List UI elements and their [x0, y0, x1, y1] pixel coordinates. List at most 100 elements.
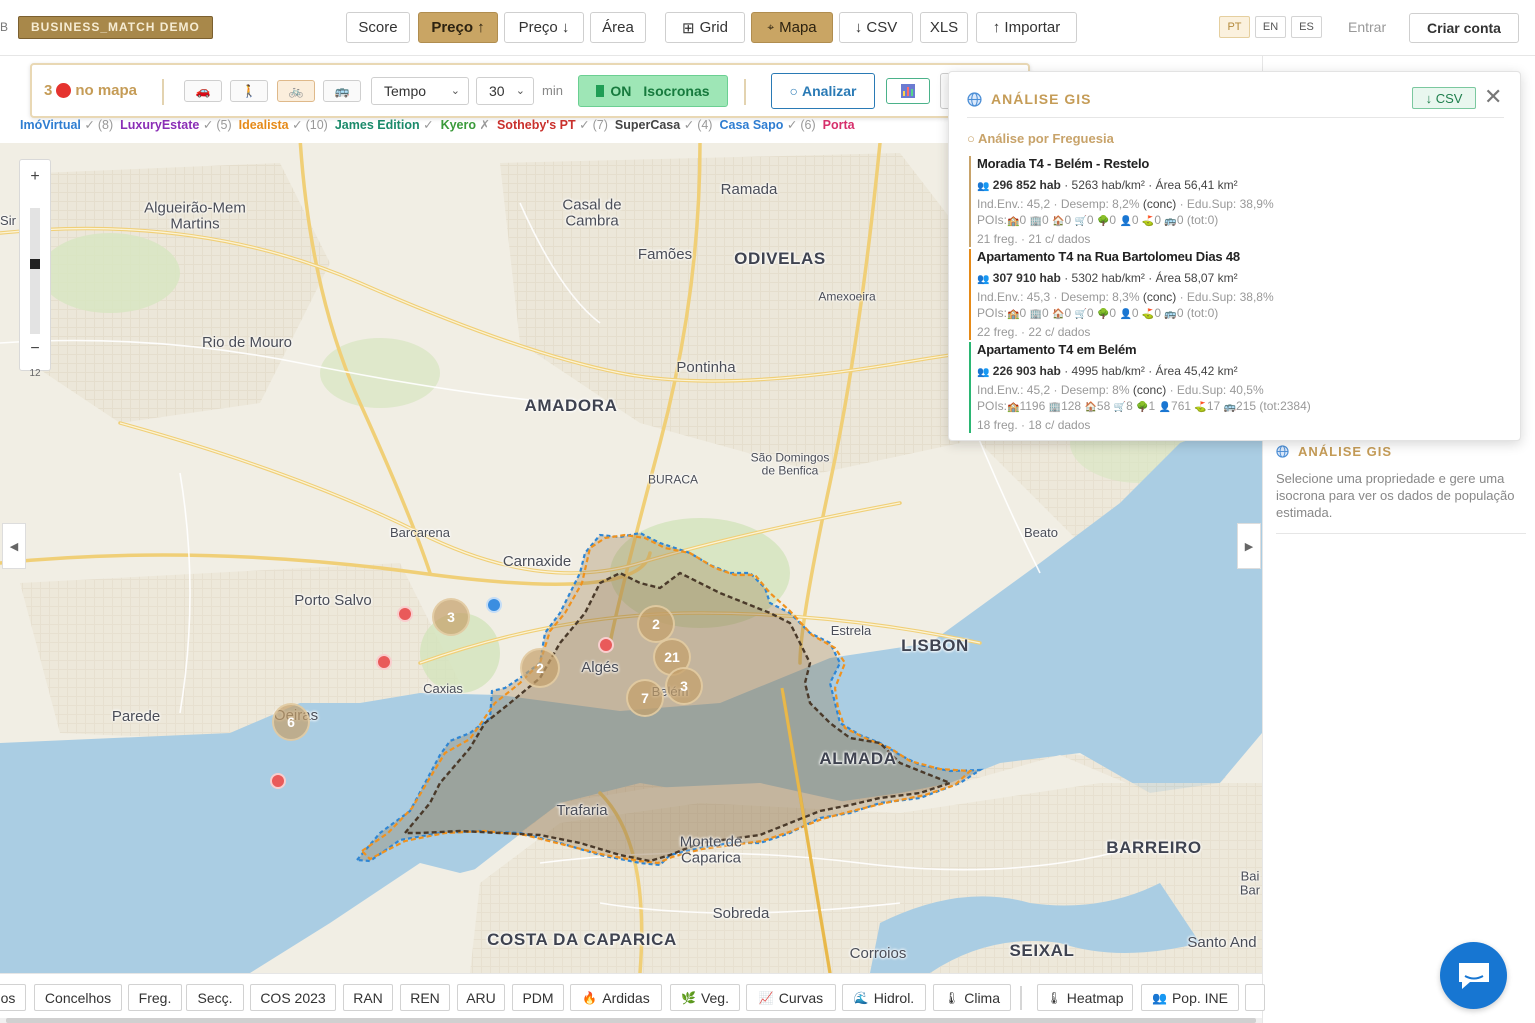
portal-filter-item[interactable]: Casa Sapo ✓ (6) — [719, 118, 815, 132]
map-place-label: Corroios — [849, 945, 907, 963]
layer-hidrol-button[interactable]: 🌊 Hidrol. — [842, 984, 926, 1011]
gis-csv-button[interactable]: ↓ CSV — [1412, 87, 1476, 109]
layer-clima-button[interactable]: 🌡 Clima — [933, 984, 1011, 1011]
gis-indicators-line: Ind.Env.: 45,2 · Desemp: 8,2% (conc) · E… — [977, 196, 1489, 213]
chat-button[interactable] — [1440, 942, 1507, 1009]
map-place-label: SEIXAL — [1009, 941, 1075, 961]
brand-badge[interactable]: BUSINESS_MATCH DEMO — [18, 16, 213, 39]
cross-icon: ✗ — [479, 118, 490, 132]
mode-select-value: Tempo — [384, 83, 427, 99]
zoom-slider-thumb[interactable] — [30, 259, 40, 269]
zoom-level: 12 — [29, 368, 41, 379]
gis-property-card[interactable]: Apartamento T4 em Belém 👥 226 903 hab · 4… — [969, 342, 1489, 433]
portal-filter-item[interactable]: SuperCasa ✓ (4) — [615, 118, 713, 132]
chart-button[interactable] — [886, 78, 930, 104]
view-map-button[interactable]: ⌖ Mapa — [751, 12, 833, 43]
gis-poi-count: 1 — [1148, 399, 1156, 413]
mode-walk-button[interactable]: 🚶 — [230, 80, 268, 102]
signup-button[interactable]: Criar conta — [1409, 13, 1519, 43]
portal-filter-item[interactable]: Kyero ✗ — [441, 118, 490, 132]
people-icon: 👥 — [977, 274, 990, 285]
zoom-slider-track[interactable] — [30, 208, 40, 334]
thermometer-icon: 🌡 — [1046, 990, 1062, 1005]
gis-poi-count: 58 — [1096, 399, 1111, 413]
export-csv-button[interactable]: ↓ CSV — [839, 12, 913, 43]
poi-cart-icon: 🛒 — [1074, 309, 1087, 320]
poi-cart-icon: 🛒 — [1074, 216, 1087, 227]
collapse-left-button[interactable]: ◀ — [2, 523, 26, 569]
check-icon: ✓ — [202, 118, 214, 132]
layer-pdm-button[interactable]: PDM — [512, 984, 564, 1011]
portal-filter-item[interactable]: James Edition ✓ — [335, 118, 434, 132]
map-property-marker[interactable] — [270, 773, 286, 789]
lang-pt-button[interactable]: PT — [1219, 16, 1250, 38]
sort-score-button[interactable]: Score — [346, 12, 410, 43]
isochrone-toggle[interactable]: ON Isocronas — [578, 75, 728, 107]
mode-select[interactable]: Tempo ⌄ — [371, 77, 469, 105]
export-xls-button[interactable]: XLS — [920, 12, 968, 43]
map-selected-marker[interactable] — [486, 597, 502, 613]
sort-price-asc-button[interactable]: Preço ↑ — [418, 12, 498, 43]
lang-es-button[interactable]: ES — [1291, 16, 1322, 38]
gis-property-card[interactable]: Apartamento T4 na Rua Bartolomeu Dias 48… — [969, 249, 1489, 340]
map-place-label: ALMADA — [819, 749, 897, 769]
poi-home-icon: 🏠 — [1084, 402, 1097, 413]
poi-tree-icon: 🌳 — [1136, 402, 1149, 413]
mode-car-button[interactable]: 🚗 — [184, 80, 222, 102]
gis-property-card[interactable]: Moradia T4 - Belém - Restelo 👥 296 852 ha… — [969, 156, 1489, 247]
layer-concelhos-button[interactable]: Concelhos — [34, 984, 122, 1011]
login-link[interactable]: Entrar — [1348, 19, 1386, 35]
globe-icon — [1276, 445, 1289, 458]
map-property-marker[interactable] — [598, 637, 614, 653]
mode-transit-button[interactable]: 🚌 — [323, 80, 361, 102]
layer-heatmap-button[interactable]: 🌡 Heatmap — [1037, 984, 1133, 1011]
layer-curvas-button[interactable]: 📈 Curvas — [746, 984, 836, 1011]
portal-filter-item[interactable]: ImóVirtual ✓ (8) — [20, 118, 113, 132]
gis-density: · 5263 hab/km² · Área 56,41 km² — [1064, 178, 1238, 192]
isochrone-control-bar: 3 no mapa 🚗 🚶 🚲 🚌 Tempo ⌄ 30 ⌄ min ON Is… — [30, 63, 1030, 118]
horizontal-scrollbar[interactable] — [0, 1018, 1262, 1023]
gis-population-line: 👥 296 852 hab · 5263 hab/km² · Área 56,4… — [977, 177, 1489, 196]
map-cluster-marker[interactable]: 3 — [432, 598, 470, 636]
map-cluster-marker[interactable]: 2 — [520, 648, 560, 688]
portal-filter-item[interactable]: Porta — [823, 118, 855, 132]
layer-veg-button[interactable]: 🌿 Veg. — [670, 984, 740, 1011]
zoom-in-button[interactable]: + — [20, 168, 50, 186]
layer-ran-button[interactable]: RAN — [343, 984, 393, 1011]
portal-filter-item[interactable]: LuxuryEstate ✓ (5) — [120, 118, 231, 132]
gis-poi-count: 0 — [1176, 213, 1184, 227]
zoom-out-button[interactable]: − — [20, 340, 50, 358]
map-cluster-marker[interactable]: 3 — [665, 667, 703, 705]
gis-property-name: Apartamento T4 em Belém — [977, 342, 1137, 357]
layer-sec-button[interactable]: Secç. — [186, 984, 244, 1011]
layer-more-button[interactable] — [1245, 984, 1265, 1011]
chevron-right-icon: ▶ — [1244, 540, 1254, 553]
close-icon[interactable]: ✕ — [1484, 85, 1502, 109]
layer-freg-button[interactable]: Freg. — [128, 984, 182, 1011]
layer-aru-button[interactable]: ARU — [457, 984, 505, 1011]
lang-en-button[interactable]: EN — [1255, 16, 1286, 38]
layer-pop-ine-button[interactable]: 👥 Pop. INE — [1141, 984, 1239, 1011]
layer-ardidas-button[interactable]: 🔥 Ardidas — [570, 984, 662, 1011]
portal-filter-item[interactable]: Sotheby's PT ✓ (7) — [497, 118, 608, 132]
mode-bike-button[interactable]: 🚲 — [277, 80, 315, 102]
time-select[interactable]: 30 ⌄ — [476, 77, 534, 105]
collapse-right-button[interactable]: ▶ — [1237, 523, 1261, 569]
layer-cos-2023-button[interactable]: COS 2023 — [250, 984, 336, 1011]
map-cluster-marker[interactable]: 6 — [272, 703, 310, 741]
analyze-button[interactable]: ○ Analizar — [771, 73, 875, 109]
map-cluster-marker[interactable]: 7 — [626, 679, 664, 717]
gis-poi-count: 0 — [1154, 213, 1162, 227]
import-button[interactable]: ↑ Importar — [976, 12, 1077, 43]
portal-filter-item[interactable]: Idealista ✓ (10) — [239, 118, 328, 132]
view-grid-button[interactable]: ⊞ Grid — [665, 12, 745, 43]
layer-os-button[interactable]: os — [0, 984, 26, 1011]
sort-area-button[interactable]: Área — [590, 12, 646, 43]
scrollbar-thumb[interactable] — [6, 1018, 1256, 1023]
gis-edu: · Edu.Sup: 38,9% — [1179, 196, 1274, 211]
map-property-marker[interactable] — [397, 606, 413, 622]
check-icon: ✓ — [579, 118, 590, 132]
map-property-marker[interactable] — [376, 654, 392, 670]
sort-price-desc-button[interactable]: Preço ↓ — [504, 12, 584, 43]
layer-ren-button[interactable]: REN — [400, 984, 450, 1011]
